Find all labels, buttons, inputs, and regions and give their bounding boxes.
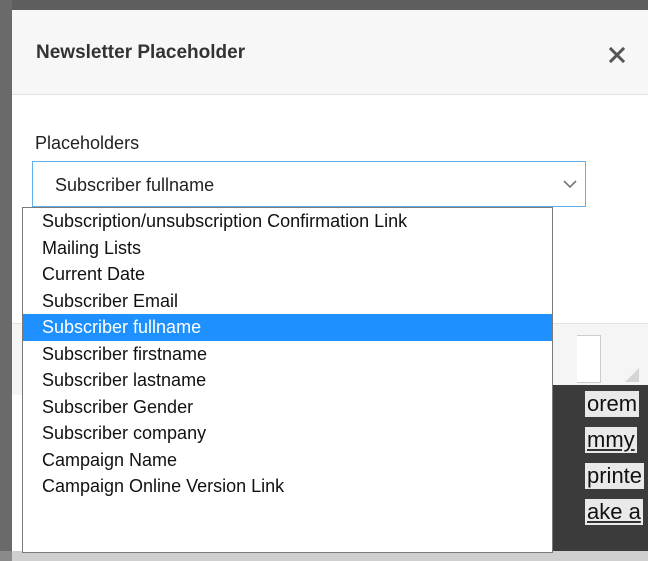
dialog-header: Newsletter Placeholder bbox=[12, 10, 648, 95]
dropdown-option[interactable]: Subscriber lastname bbox=[23, 367, 552, 394]
dropdown-option[interactable]: Subscriber Gender bbox=[23, 394, 552, 421]
placeholders-dropdown-list: Subscription/unsubscription Confirmation… bbox=[22, 207, 553, 553]
dropdown-option[interactable]: Mailing Lists bbox=[23, 235, 552, 262]
chevron-down-icon[interactable] bbox=[555, 162, 585, 206]
dropdown-option[interactable]: Subscriber company bbox=[23, 420, 552, 447]
footer-input[interactable] bbox=[577, 335, 601, 383]
editor-text-line: mmy bbox=[585, 427, 637, 453]
background-editor: orem mmy printe ake a bbox=[553, 385, 648, 551]
dialog-title: Newsletter Placeholder bbox=[36, 42, 246, 63]
backdrop bbox=[0, 0, 12, 561]
dropdown-option[interactable]: Campaign Online Version Link bbox=[23, 473, 552, 500]
backdrop bbox=[0, 551, 12, 561]
dropdown-option[interactable]: Subscriber firstname bbox=[23, 341, 552, 368]
resize-grip-icon[interactable] bbox=[625, 368, 639, 382]
dropdown-option[interactable]: Subscription/unsubscription Confirmation… bbox=[23, 208, 552, 235]
editor-text-line: orem bbox=[585, 391, 640, 417]
dropdown-option[interactable]: Campaign Name bbox=[23, 447, 552, 474]
dropdown-option[interactable]: Current Date bbox=[23, 261, 552, 288]
placeholders-select[interactable]: Subscriber fullname bbox=[32, 161, 586, 207]
close-icon[interactable] bbox=[602, 40, 632, 70]
dropdown-option-selected[interactable]: Subscriber fullname bbox=[23, 314, 552, 341]
dropdown-option[interactable]: Subscriber Email bbox=[23, 288, 552, 315]
placeholders-label: Placeholders bbox=[35, 133, 140, 153]
editor-text-line: printe bbox=[585, 463, 645, 489]
close-icon-glyph bbox=[609, 47, 625, 63]
select-current-value: Subscriber fullname bbox=[55, 175, 215, 195]
editor-text-line: ake a bbox=[585, 499, 643, 525]
backdrop bbox=[0, 0, 648, 10]
